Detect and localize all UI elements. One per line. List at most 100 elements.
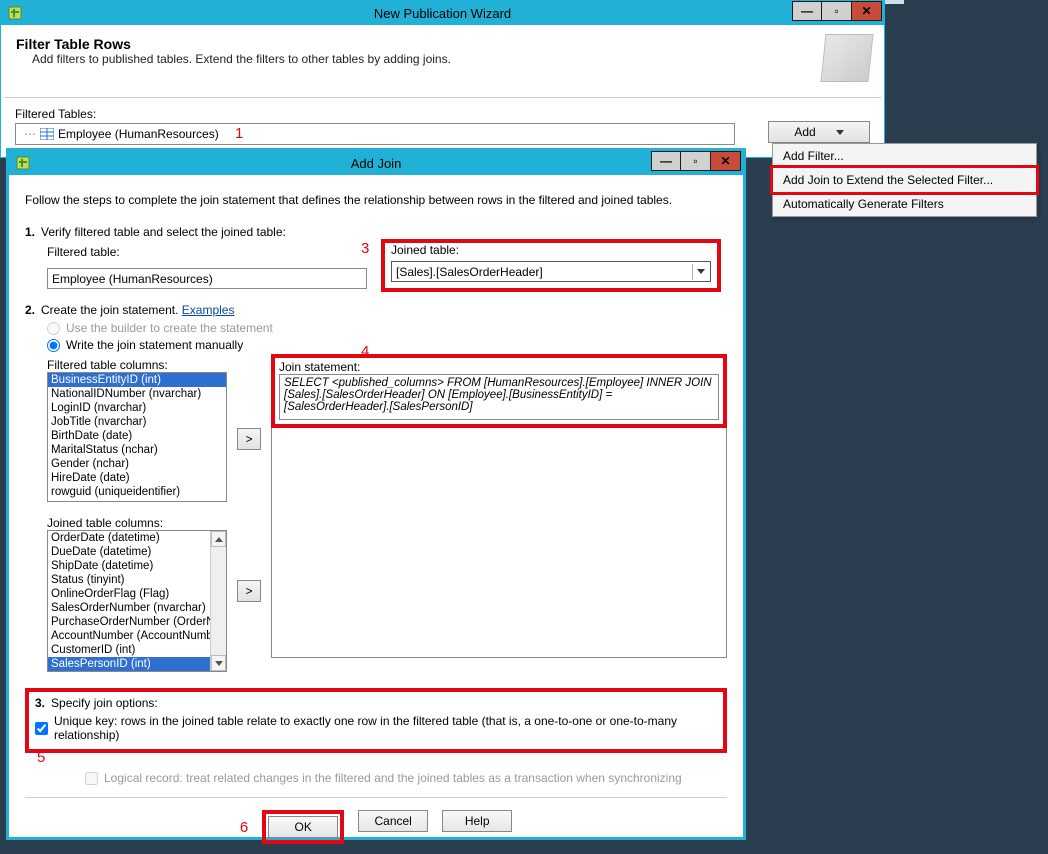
outer-window-controls: — ▫ ✕ <box>792 1 882 21</box>
list-item[interactable]: OrderDate (datetime) <box>48 531 226 545</box>
background-strip <box>885 0 904 4</box>
addjoin-window-title: Add Join <box>351 156 402 171</box>
list-item[interactable]: BusinessEntityID (int) <box>48 373 226 387</box>
joined-table-label: Joined table: <box>391 243 711 257</box>
joined-table-value: [Sales].[SalesOrderHeader] <box>396 265 543 279</box>
scroll-down-button[interactable] <box>211 655 226 671</box>
step2-options: Use the builder to create the statement … <box>47 321 727 672</box>
chevron-down-icon <box>836 130 844 135</box>
joined-table-combobox[interactable]: [Sales].[SalesOrderHeader] <box>391 261 711 282</box>
radio-builder <box>47 322 60 335</box>
tree-item-label: Employee (HumanResources) <box>58 127 219 141</box>
examples-link[interactable]: Examples <box>182 303 235 317</box>
move-right-button-1[interactable]: > <box>237 428 261 450</box>
tree-line-icon: ⋯ <box>24 127 36 142</box>
filtered-tables-tree[interactable]: ⋯ Employee (HumanResources) <box>15 123 735 145</box>
add-dropdown-button[interactable]: Add <box>768 121 870 143</box>
annotation-4: 4 <box>361 343 369 360</box>
unique-key-row[interactable]: Unique key: rows in the joined table rel… <box>35 714 717 742</box>
wizard-header-icon <box>820 34 873 82</box>
list-item[interactable]: SalesPersonID (int) <box>48 657 226 671</box>
outer-maximize-button[interactable]: ▫ <box>822 1 852 21</box>
list-item[interactable]: PurchaseOrderNumber (OrderNum <box>48 615 226 629</box>
logical-record-row: Logical record: treat related changes in… <box>85 771 727 785</box>
list-item[interactable]: CustomerID (int) <box>48 643 226 657</box>
step2-number: 2. <box>25 303 35 317</box>
join-statement-label: Join statement: <box>279 360 719 374</box>
filtered-cols-listbox[interactable]: BusinessEntityID (int)NationalIDNumber (… <box>47 372 227 502</box>
step3-wrap: 3. Specify join options: Unique key: row… <box>25 688 727 785</box>
columns-panel: Filtered table columns: BusinessEntityID… <box>47 358 227 672</box>
annotation-highlight-2: Add Join to Extend the Selected Filter..… <box>770 165 1039 195</box>
unique-key-checkbox[interactable] <box>35 722 48 735</box>
tree-item-employee[interactable]: ⋯ Employee (HumanResources) <box>24 127 219 142</box>
addjoin-close-button[interactable]: ✕ <box>711 151 741 171</box>
radio-builder-row: Use the builder to create the statement <box>47 321 727 335</box>
list-item[interactable]: rowguid (uniqueidentifier) <box>48 485 226 499</box>
filtered-tables-label: Filtered Tables: <box>15 107 870 121</box>
list-item[interactable]: BirthDate (date) <box>48 429 226 443</box>
list-item[interactable]: ShipDate (datetime) <box>48 559 226 573</box>
annotation-3: 3 <box>361 240 369 257</box>
radio-builder-label: Use the builder to create the statement <box>66 321 273 335</box>
annotation-highlight-6: OK <box>262 810 344 844</box>
radio-manual-label: Write the join statement manually <box>66 338 243 352</box>
wizard-header: Filter Table Rows Add filters to publish… <box>4 28 881 98</box>
step3-label: Specify join options: <box>51 696 158 710</box>
outer-titlebar: New Publication Wizard — ▫ ✕ <box>1 1 884 25</box>
step1-row: 1. Verify filtered table and select the … <box>25 225 727 239</box>
annotation-1: 1 <box>235 125 243 142</box>
addjoin-titlebar: Add Join — ▫ ✕ <box>9 151 743 175</box>
list-item[interactable]: Status (tinyint) <box>48 573 226 587</box>
annotation-highlight-5: 3. Specify join options: Unique key: row… <box>25 688 727 753</box>
outer-window-title: New Publication Wizard <box>374 6 511 21</box>
logical-record-checkbox <box>85 772 98 785</box>
list-item[interactable]: JobTitle (nvarchar) <box>48 415 226 429</box>
list-item[interactable]: NationalIDNumber (nvarchar) <box>48 387 226 401</box>
addjoin-instructions: Follow the steps to complete the join st… <box>25 193 727 207</box>
list-item[interactable]: OnlineOrderFlag (Flag) <box>48 587 226 601</box>
step1-number: 1. <box>25 225 35 239</box>
list-item[interactable]: DueDate (datetime) <box>48 545 226 559</box>
radio-manual-row[interactable]: Write the join statement manually <box>47 338 727 352</box>
annotation-5: 5 <box>37 749 45 766</box>
list-item[interactable]: SalesOrderNumber (nvarchar) <box>48 601 226 615</box>
step2-row: 2. Create the join statement. Examples <box>25 303 727 317</box>
move-right-button-2[interactable]: > <box>237 580 261 602</box>
list-item[interactable]: Gender (nchar) <box>48 457 226 471</box>
list-item[interactable]: LoginID (nvarchar) <box>48 401 226 415</box>
scroll-up-button[interactable] <box>211 531 226 547</box>
list-item[interactable]: HireDate (date) <box>48 471 226 485</box>
radio-manual[interactable] <box>47 339 60 352</box>
add-button-label: Add <box>794 125 815 139</box>
help-button[interactable]: Help <box>442 810 512 832</box>
chevron-down-icon <box>692 264 708 280</box>
list-item[interactable]: AccountNumber (AccountNumber) <box>48 629 226 643</box>
app-icon <box>7 5 23 21</box>
list-item[interactable]: MaritalStatus (nchar) <box>48 443 226 457</box>
step2-label: Create the join statement. Examples <box>41 303 234 317</box>
new-publication-wizard-window: New Publication Wizard — ▫ ✕ Filter Tabl… <box>0 0 885 158</box>
joined-cols-listbox[interactable]: OrderDate (datetime)DueDate (datetime)Sh… <box>47 530 227 672</box>
addjoin-minimize-button[interactable]: — <box>651 151 681 171</box>
cancel-button[interactable]: Cancel <box>358 810 428 832</box>
filtered-cols-label: Filtered table columns: <box>47 358 227 372</box>
filtered-table-value: Employee (HumanResources) <box>52 272 213 286</box>
menu-item-auto-generate[interactable]: Automatically Generate Filters <box>773 192 1036 216</box>
wizard-header-subtitle: Add filters to published tables. Extend … <box>32 52 869 66</box>
menu-item-add-join[interactable]: Add Join to Extend the Selected Filter..… <box>773 168 1036 192</box>
scrollbar[interactable] <box>210 531 226 671</box>
join-statement-textarea[interactable] <box>271 428 727 658</box>
outer-minimize-button[interactable]: — <box>792 1 822 21</box>
join-statement-preview: SELECT <published_columns> FROM [HumanRe… <box>279 374 719 420</box>
table-icon <box>40 128 54 140</box>
ok-button[interactable]: OK <box>268 816 338 838</box>
annotation-6: 6 <box>240 819 248 836</box>
addjoin-maximize-button[interactable]: ▫ <box>681 151 711 171</box>
move-buttons-col: > > <box>237 358 261 672</box>
step1-label: Verify filtered table and select the joi… <box>41 225 286 239</box>
unique-key-label: Unique key: rows in the joined table rel… <box>54 714 717 742</box>
add-join-dialog: Add Join — ▫ ✕ Follow the steps to compl… <box>6 148 746 840</box>
annotation-highlight-4: Join statement: SELECT <published_column… <box>271 354 727 428</box>
outer-close-button[interactable]: ✕ <box>852 1 882 21</box>
